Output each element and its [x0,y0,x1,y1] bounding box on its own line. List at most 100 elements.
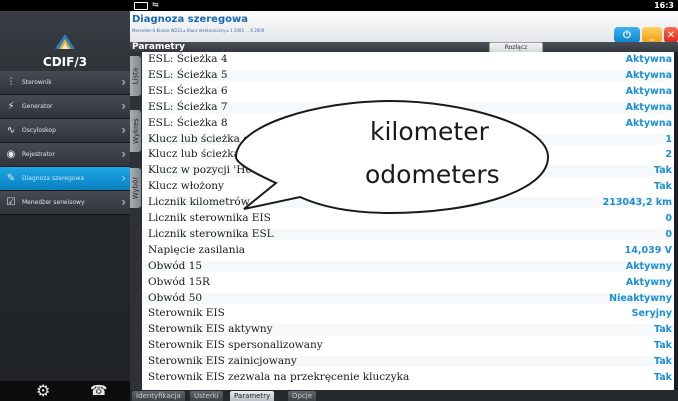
param-value: 1 [665,133,672,145]
table-row[interactable]: Sterownik EIS aktywny Tak [142,323,674,336]
param-value: Aktywna [625,101,672,113]
chevron-right-icon: › [121,147,126,161]
table-row[interactable]: ESL: Ścieżka 5 Aktywna [142,68,674,82]
table-row[interactable]: Napięcie zasilania 14,039 V [142,243,674,256]
phone-icon[interactable]: ☎ [90,381,107,401]
param-value: Aktywna [625,69,672,81]
info-button[interactable]: ⏻ [614,27,640,43]
param-value: Seryjny [631,308,672,320]
param-value: Tak [654,340,672,352]
tab-label: Lista [131,67,140,85]
param-name: ESL: Ścieżka 8 [148,116,228,129]
tab-usterki[interactable]: Usterki [190,391,223,401]
sidebar-menu: ⫶ Sterownik › ⚡ Generator › ∿ Oscyloskop… [0,71,130,215]
param-value: 213043,2 km [602,197,672,209]
chevron-right-icon: › [121,123,126,137]
status-bar: ⇋ 16:3 [0,0,678,11]
table-row[interactable]: Obwód 50 Nieaktywny [142,291,674,304]
sidebar-item-label: Menedżer serwisowy [22,199,85,206]
tab-identyfikacja[interactable]: Identyfikacja [132,391,185,401]
table-row[interactable]: ESL: Ścieżka 6 Aktywna [142,84,674,97]
tab-label: Wybór [131,176,140,200]
tab-opcje[interactable]: Opcje [288,391,317,401]
param-value: 0 [665,213,672,224]
tab-label: Identyfikacja [136,392,181,400]
page-title: Diagnoza szeregowa [132,14,248,25]
sidebar-item-diagnoza-szeregowa[interactable]: ✎ Diagnoza szeregowa › [0,167,130,191]
sidebar-item-label: Sterownik [22,79,52,86]
param-value: Aktywna [625,117,672,129]
usb-icon: ⇋ [152,0,159,9]
waveform-icon: ∿ [6,125,16,136]
wrench-icon: ✎ [6,173,16,184]
minimize-icon: _ [649,29,655,41]
table-row[interactable]: Sterownik EIS zainicjowany Tak [142,355,674,368]
callout-line-2: odometers [365,160,500,189]
callout-bubble [234,99,550,215]
sidebar-item-label: Generator [22,103,53,110]
tab-wybor[interactable]: Wybór [130,168,141,208]
param-value: Aktywny [625,260,672,272]
tab-label: Usterki [194,392,219,400]
record-icon: ◉ [6,149,16,160]
param-name: Licznik sterownika ESL [148,227,274,240]
power-icon: ⏻ [623,29,631,41]
param-name: Obwód 50 [148,291,203,304]
param-value: Aktywna [625,85,672,97]
tab-label: Parametry [234,392,271,400]
sidebar-item-sterownik[interactable]: ⫶ Sterownik › [0,71,130,95]
tab-label: Wykres [131,118,140,144]
minimize-button[interactable]: _ [642,27,662,43]
close-button[interactable]: ✕ [664,27,678,43]
param-value: Aktywna [625,54,672,65]
param-name: Sterownik EIS aktywny [148,323,273,336]
breadcrumb: Mercedes-S-Klasse W221 ▸ Klucz elektroni… [132,28,265,33]
param-value: 2 [665,149,672,161]
tab-lista[interactable]: Lista [130,56,141,96]
param-value: Tak [654,324,672,336]
param-name: ESL: Ścieżka 5 [148,68,228,81]
lightning-icon: ⚡ [7,101,15,112]
battery-icon [134,2,148,10]
param-value: 14,039 V [624,244,672,256]
table-row[interactable]: Obwód 15 Aktywny [142,259,674,273]
param-value: Nieaktywny [609,292,672,304]
sidebar-item-generator[interactable]: ⚡ Generator › [0,95,130,119]
sidebar-bottom-bar: ⚙ ☎ [0,381,130,401]
table-row[interactable]: Sterownik EIS Seryjny [142,307,674,320]
sidebar-item-rejestrator[interactable]: ◉ Rejestrator › [0,143,130,167]
param-value: Aktywny [625,276,672,288]
sidebar: CDIF/3 ⫶ Sterownik › ⚡ Generator › ∿ Osc… [0,11,130,401]
tab-wykres[interactable]: Wykres [130,110,141,152]
callout-line-1: kilometer [370,117,489,146]
param-name: Obwód 15 [148,259,203,272]
tab-parametry[interactable]: Parametry [230,391,275,401]
sidebar-item-label: Oscyloskop [22,127,56,134]
param-name: Sterownik EIS spersonalizowany [148,339,323,352]
table-row[interactable]: ESL: Ścieżka 4 Aktywna [142,53,674,65]
app-logo-icon [55,34,75,49]
gear-icon[interactable]: ⚙ [36,381,50,401]
chevron-right-icon: › [121,75,126,89]
param-name: Obwód 15R [148,275,210,288]
param-name: Napięcie zasilania [148,243,246,256]
table-row[interactable]: Sterownik EIS spersonalizowany Tak [142,339,674,352]
param-name: ESL: Ścieżka 6 [148,84,228,97]
param-name: Sterownik EIS zainicjowany [148,355,297,368]
section-bar: Parametry [130,42,678,52]
chevron-right-icon: › [121,171,126,185]
close-icon: ✕ [666,29,676,41]
tab-label: Opcje [292,392,313,400]
table-row[interactable]: Sterownik EIS zezwala na przekręcenie kl… [142,371,674,383]
app-name: CDIF/3 [42,55,88,69]
param-name: Sterownik EIS [148,307,225,320]
param-name: Sterownik EIS zezwala na przekręcenie kl… [148,371,410,383]
param-value: Tak [654,372,672,383]
side-tabs: Lista Wykres Wybór [130,52,142,390]
sidebar-item-oscyloskop[interactable]: ∿ Oscyloskop › [0,119,130,143]
chevron-right-icon: › [121,99,126,113]
sliders-icon: ⫶ [9,77,13,88]
table-row[interactable]: Obwód 15R Aktywny [142,275,674,288]
sidebar-item-menedzer-serwisowy[interactable]: ☑ Menedżer serwisowy › [0,191,130,215]
table-row[interactable]: Licznik sterownika ESL 0 [142,227,674,241]
